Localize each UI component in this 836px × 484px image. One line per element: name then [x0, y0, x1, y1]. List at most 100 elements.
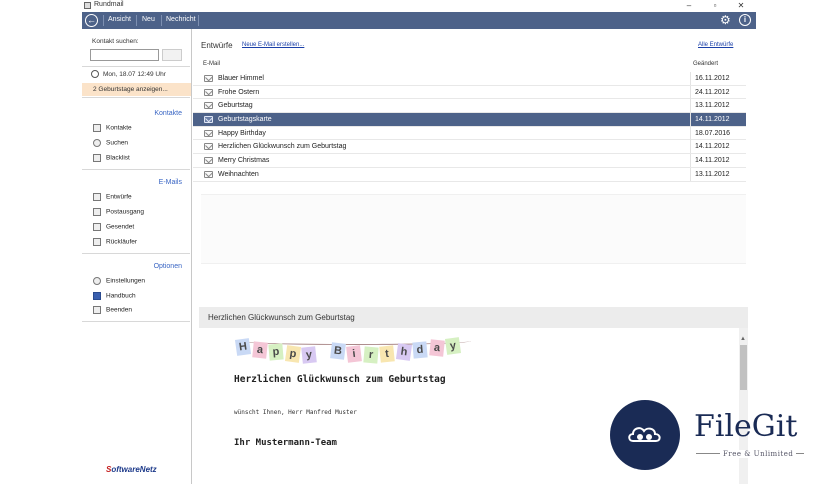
sidebar-item-label: Handbuch	[106, 292, 136, 300]
sidebar-item-label: Beenden	[106, 306, 133, 314]
sidebar-item-settings[interactable]: Einstellungen	[93, 277, 145, 287]
maximize-button[interactable]: ▫	[704, 0, 726, 12]
sidebar-item-contacts[interactable]: Kontakte	[93, 124, 132, 134]
filegit-name: FileGit	[694, 409, 798, 444]
sidebar-item-search[interactable]: Suchen	[93, 139, 128, 149]
table-empty-area	[201, 194, 746, 264]
envelope-icon	[204, 143, 213, 151]
exit-icon	[93, 306, 101, 314]
sidebar-item-returns[interactable]: Rückläufer	[93, 238, 137, 248]
sidebar-item-label: Entwürfe	[106, 193, 132, 201]
toolbar-new-button[interactable]: Neu	[142, 16, 155, 23]
envelope-icon	[204, 75, 213, 82]
close-button[interactable]: ✕	[730, 0, 752, 12]
info-icon[interactable]: i	[739, 14, 751, 26]
clock-icon	[91, 70, 99, 78]
banner-card: i	[346, 345, 362, 363]
banner-card: t	[379, 345, 395, 363]
sidebar-item-sent[interactable]: Gesendet	[93, 223, 134, 233]
toolbar-message-button[interactable]: Nechricht	[166, 16, 196, 23]
banner-card: p	[284, 345, 301, 363]
section-contacts-title: Kontakte	[154, 110, 182, 117]
divider	[82, 97, 190, 98]
divider	[82, 169, 190, 170]
contact-search-input[interactable]	[90, 49, 159, 61]
column-divider	[690, 167, 691, 181]
birthday-notice[interactable]: 2 Geburtstage anzeigen...	[82, 83, 191, 96]
envelope-icon	[204, 116, 213, 124]
returns-icon	[93, 238, 101, 246]
column-header-email[interactable]: E-Mail	[203, 61, 220, 67]
sidebar-item-exit[interactable]: Beenden	[93, 306, 132, 316]
filegit-tagline: Free & Unlimited	[720, 450, 797, 458]
gear-icon[interactable]: ⚙	[720, 13, 731, 27]
title-bar: Rundmail – ▫ ✕	[82, 0, 756, 12]
row-subject: Geburtstag	[218, 102, 253, 110]
sidebar-item-blacklist[interactable]: Blacklist	[93, 154, 130, 164]
toolbar-view-button[interactable]: Ansicht	[108, 16, 131, 23]
table-row[interactable]: Weihnachten 13.11.2012	[193, 167, 746, 182]
divider	[82, 253, 190, 254]
table-row[interactable]: Happy Birthday 18.07.2016	[193, 126, 746, 141]
scroll-up-icon[interactable]: ▲	[740, 336, 746, 342]
sidebar-item-label: Rückläufer	[106, 238, 138, 246]
sent-icon	[93, 223, 101, 231]
sidebar-item-label: Suchen	[106, 139, 129, 147]
column-divider	[690, 99, 691, 113]
banner-card: B	[329, 342, 346, 360]
row-subject: Happy Birthday	[218, 129, 266, 137]
banner-card: r	[362, 346, 379, 364]
sidebar-item-outbox[interactable]: Postausgang	[93, 208, 144, 218]
outbox-icon	[93, 208, 101, 216]
search-icon	[93, 139, 101, 147]
row-date: 16.11.2012	[695, 75, 730, 82]
envelope-icon	[204, 170, 213, 178]
table-row[interactable]: Geburtstag 13.11.2012	[193, 99, 746, 114]
section-options-title: Optionen	[153, 263, 182, 270]
envelope-icon	[204, 102, 213, 110]
back-arrow-icon[interactable]: ←	[85, 14, 98, 27]
minimize-button[interactable]: –	[678, 0, 700, 12]
contacts-icon	[93, 124, 101, 132]
toolbar-separator	[198, 15, 199, 26]
sidebar-item-label: Kontakte	[106, 124, 132, 132]
table-row[interactable]: Frohe Ostern 24.11.2012	[193, 85, 746, 100]
column-divider	[690, 140, 691, 154]
contact-search-button[interactable]	[162, 49, 182, 61]
new-email-link[interactable]: Neue E-Mail erstellen...	[242, 42, 304, 48]
table-row[interactable]: Herzlichen Glückwunsch zum Geburtstag 14.…	[193, 140, 746, 155]
row-date: 14.11.2012	[695, 116, 730, 124]
scrollbar-thumb[interactable]	[740, 345, 747, 390]
row-date: 13.11.2012	[695, 102, 730, 110]
all-drafts-link[interactable]: Alle Entwürfe	[698, 42, 733, 48]
row-subject: Weihnachten	[218, 170, 259, 178]
manual-icon	[93, 292, 101, 300]
toolbar-separator	[136, 15, 137, 26]
column-header-date[interactable]: Geändert	[693, 61, 718, 67]
column-divider	[690, 154, 691, 168]
column-divider	[690, 72, 691, 85]
row-date: 18.07.2016	[695, 129, 731, 137]
row-subject: Herzlichen Glückwunsch zum Geburtstag	[218, 143, 347, 151]
drafts-table: Blauer Himmel 16.11.2012 Frohe Ostern 24.11…	[193, 72, 746, 182]
toolbar: ← Ansicht Neu Nechricht ⚙ i	[82, 12, 756, 29]
section-emails-title: E-Mails	[158, 179, 182, 186]
banner-card: h	[395, 343, 412, 361]
sidebar-item-label: Einstellungen	[106, 277, 146, 285]
divider	[82, 321, 190, 322]
row-date: 14.11.2012	[695, 143, 730, 151]
table-row[interactable]: Blauer Himmel 16.11.2012	[193, 72, 746, 86]
happy-birthday-banner: HappyBirthday	[234, 331, 471, 369]
table-row[interactable]: Geburtstagskarte 14.11.2012	[193, 113, 746, 127]
envelope-icon	[204, 129, 213, 137]
banner-card: p	[268, 343, 284, 361]
banner-card: d	[412, 341, 428, 359]
blacklist-icon	[93, 154, 101, 162]
filegit-logo-icon	[610, 400, 680, 470]
row-date: 14.11.2012	[695, 157, 730, 165]
sidebar-item-manual[interactable]: Handbuch	[93, 292, 136, 302]
banner-card: y	[301, 346, 317, 364]
sidebar-item-drafts[interactable]: Entwürfe	[93, 193, 132, 203]
table-row[interactable]: Merry Christmas 14.11.2012	[193, 154, 746, 168]
preview-title: Herzlichen Glückwunsch zum Geburtstag	[234, 374, 446, 385]
